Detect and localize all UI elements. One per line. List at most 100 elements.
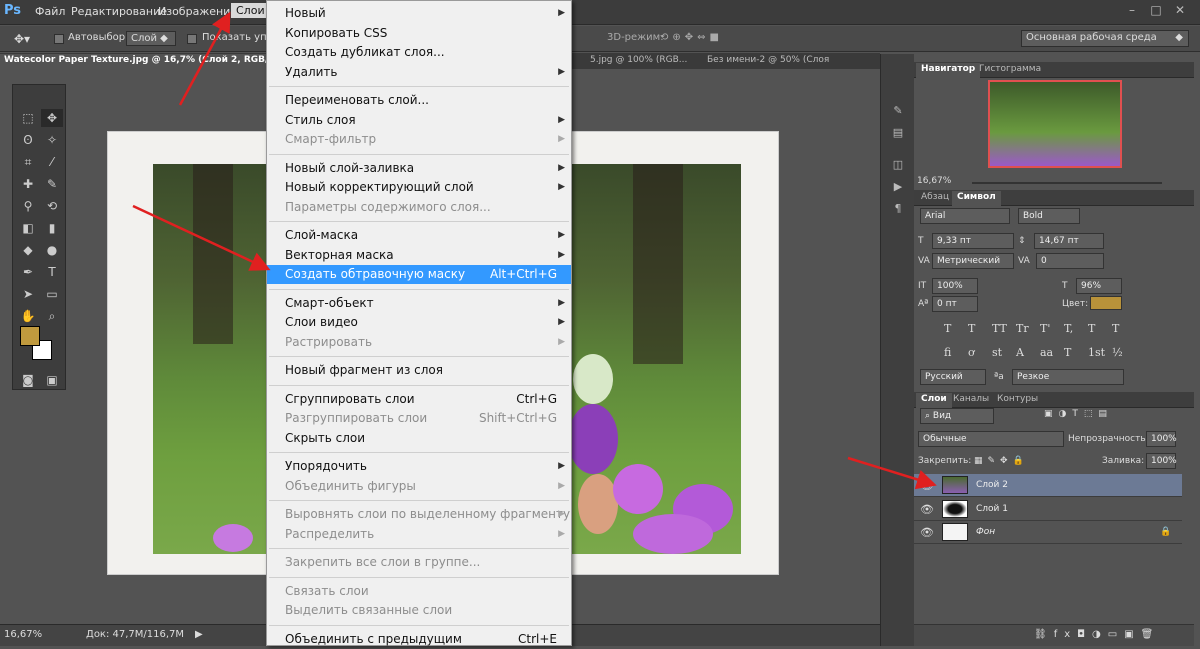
opentype-button[interactable]: 1st <box>1088 346 1105 359</box>
shape-tool-icon[interactable]: ▭ <box>41 285 63 303</box>
visibility-eye-icon[interactable]: 👁 <box>920 503 934 516</box>
type-style-button[interactable]: T <box>944 322 951 335</box>
tracking-field[interactable]: 0 <box>1036 253 1104 269</box>
menu-image[interactable]: Изображение <box>158 5 237 18</box>
type-style-button[interactable]: T, <box>1064 322 1073 335</box>
layer-menu-item[interactable]: Упорядочить ▶ <box>267 457 571 476</box>
menu-layers[interactable]: Слои <box>231 3 270 18</box>
layer-menu-item[interactable]: Создать обтравочную маску Alt+Ctrl+G <box>267 265 571 284</box>
type-style-button[interactable]: T <box>968 322 975 335</box>
stamp-tool-icon[interactable]: ⚲ <box>17 197 39 215</box>
blend-mode-select[interactable]: Обычные <box>918 431 1064 447</box>
layer-menu-item[interactable]: Новый корректирующий слой ▶ <box>267 178 571 197</box>
layer-menu-item[interactable]: Создать дубликат слоя... <box>267 43 571 62</box>
lock-icons[interactable]: ▦✎✥🔒 <box>974 456 1029 466</box>
minimize-icon[interactable]: – <box>1124 3 1140 19</box>
layer-menu-item[interactable]: Скрыть слои <box>267 429 571 448</box>
brush-tool-icon[interactable]: ✎ <box>41 175 63 193</box>
layer-menu-item[interactable]: Копировать CSS <box>267 24 571 43</box>
layer-menu-item[interactable]: Слой-маска ▶ <box>267 226 571 245</box>
status-arrow-icon[interactable]: ▶ <box>195 629 203 640</box>
font-style-select[interactable]: Bold <box>1018 208 1080 224</box>
pen-tool-icon[interactable]: ✒ <box>17 263 39 281</box>
status-zoom[interactable]: 16,67% <box>4 629 42 640</box>
font-family-select[interactable]: Arial <box>920 208 1010 224</box>
layer-menu-item[interactable]: Новый фрагмент из слоя <box>267 361 571 380</box>
navigator-zoom-slider[interactable] <box>972 182 1162 184</box>
opentype-button[interactable]: ơ <box>968 346 975 359</box>
opentype-button[interactable]: aa <box>1040 346 1053 359</box>
layer-menu-item[interactable]: Новый слой-заливка ▶ <box>267 159 571 178</box>
layer-menu-item[interactable]: Переименовать слой... <box>267 91 571 110</box>
tab-paragraph[interactable]: Абзац <box>916 191 954 206</box>
type-style-button[interactable]: T <box>1088 322 1095 335</box>
language-select[interactable]: Русский <box>920 369 986 385</box>
tab-document-5[interactable]: 5.jpg @ 100% (RGB... <box>586 54 701 69</box>
path-select-icon[interactable]: ➤ <box>17 285 39 303</box>
navigator-zoom[interactable]: 16,67% <box>917 176 951 186</box>
zoom-tool-icon[interactable]: ⌕ <box>41 307 63 325</box>
hand-tool-icon[interactable]: ✋ <box>17 307 39 325</box>
history-panel-icon[interactable]: ◫ <box>889 158 907 176</box>
layer-menu-item[interactable]: Удалить ▶ <box>267 63 571 82</box>
eyedropper-icon[interactable]: ⁄ <box>41 153 63 171</box>
tab-active-document[interactable]: Watecolor Paper Texture.jpg @ 16,7% (Сло… <box>0 54 266 69</box>
quick-mask-icon[interactable]: ◙ <box>17 371 39 389</box>
baseline-field[interactable]: 0 пт <box>932 296 978 312</box>
maximize-icon[interactable]: □ <box>1148 3 1164 19</box>
move-tool-icon[interactable]: ✥▾ <box>14 32 30 46</box>
layer-row[interactable]: 👁 Фон 🔒 <box>914 521 1182 544</box>
healing-brush-icon[interactable]: ✚ <box>17 175 39 193</box>
tab-navigator[interactable]: Навигатор <box>916 63 981 78</box>
font-size-field[interactable]: 9,33 пт <box>932 233 1014 249</box>
layer-menu-item[interactable]: Сгруппировать слои Ctrl+G <box>267 390 571 409</box>
antialias-select[interactable]: Резкое <box>1012 369 1124 385</box>
brush-presets-icon[interactable]: ▤ <box>889 126 907 144</box>
brush-panel-icon[interactable]: ✎ <box>889 104 907 122</box>
layer-menu-item[interactable]: Векторная маска ▶ <box>267 246 571 265</box>
menu-edit[interactable]: Редактирование <box>71 5 167 18</box>
layer-menu-item[interactable]: Слои видео ▶ <box>267 313 571 332</box>
tab-document-untitled[interactable]: Без имени-2 @ 50% (Слоя <box>703 54 830 69</box>
layer-menu-item[interactable]: Смарт-объект ▶ <box>267 294 571 313</box>
paragraph-panel-icon[interactable]: ¶ <box>889 202 907 220</box>
opentype-button[interactable]: ½ <box>1112 346 1123 359</box>
move-tool-icon[interactable]: ✥ <box>41 109 63 127</box>
menu-file[interactable]: Файл <box>35 5 65 18</box>
vertical-scale-field[interactable]: 100% <box>932 278 978 294</box>
dodge-tool-icon[interactable]: ● <box>41 241 63 259</box>
kerning-field[interactable]: Метрический <box>932 253 1014 269</box>
actions-panel-icon[interactable]: ▶ <box>889 180 907 198</box>
layer-row[interactable]: 👁 Слой 2 <box>914 474 1182 497</box>
navigator-preview[interactable] <box>988 80 1122 168</box>
type-style-button[interactable]: T <box>1112 322 1119 335</box>
opentype-button[interactable]: st <box>992 346 1002 359</box>
tab-character[interactable]: Символ <box>952 191 1001 206</box>
marquee-tool-icon[interactable]: ⬚ <box>17 109 39 127</box>
type-style-button[interactable]: Tr <box>1016 322 1029 335</box>
3d-tools-icons[interactable]: ⟲⊕✥⇔■ <box>660 32 723 43</box>
magic-wand-icon[interactable]: ✧ <box>41 131 63 149</box>
layer-menu-item[interactable]: Новый ▶ <box>267 4 571 23</box>
opentype-button[interactable]: fi <box>944 346 951 359</box>
autoselect-dropdown[interactable]: Слой ◆ <box>126 31 176 46</box>
opentype-button[interactable]: A <box>1016 346 1024 359</box>
close-icon[interactable]: ✕ <box>1172 3 1188 19</box>
text-color-swatch[interactable] <box>1090 296 1122 310</box>
history-brush-icon[interactable]: ⟲ <box>41 197 63 215</box>
screen-mode-icon[interactable]: ▣ <box>41 371 63 389</box>
horizontal-scale-field[interactable]: 96% <box>1076 278 1122 294</box>
layer-filter-icons[interactable]: ▣◑T⬚▤ <box>1044 409 1113 419</box>
visibility-eye-icon[interactable]: 👁 <box>920 479 934 492</box>
layer-action-icons[interactable]: ⛓fx◘◑▭▣🗑 <box>1034 629 1160 640</box>
crop-tool-icon[interactable]: ⌗ <box>17 153 39 171</box>
blur-tool-icon[interactable]: ◆ <box>17 241 39 259</box>
tab-layers[interactable]: Слои <box>916 393 952 408</box>
fill-field[interactable]: 100% <box>1146 453 1177 469</box>
layer-filter-select[interactable]: ⌕ Вид <box>920 408 994 424</box>
lasso-tool-icon[interactable]: ʘ <box>17 131 39 149</box>
foreground-color-swatch[interactable] <box>20 326 40 346</box>
type-tool-icon[interactable]: T <box>41 263 63 281</box>
show-controls-checkbox[interactable] <box>187 34 197 44</box>
layer-row[interactable]: 👁 Слой 1 <box>914 498 1182 521</box>
